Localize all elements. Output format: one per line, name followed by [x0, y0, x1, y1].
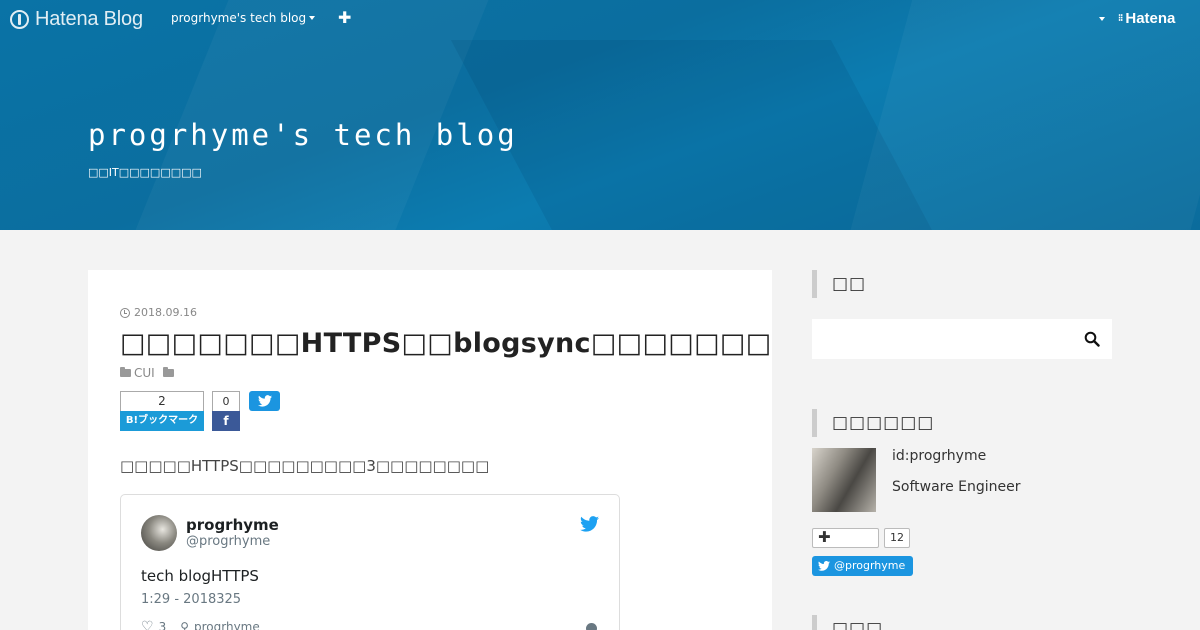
hatena-label: Hatena — [1125, 10, 1176, 27]
entry-lead-text: □□□□□HTTPS□□□□□□□□□3□□□□□□□□ — [120, 457, 490, 475]
tweet-text: tech blogHTTPS — [141, 567, 259, 585]
blog-description: □□IT□□□□□□□□ — [88, 166, 202, 179]
tweet-avatar[interactable] — [141, 515, 177, 551]
twitter-bird-icon — [818, 561, 830, 571]
folder-icon — [120, 367, 131, 377]
search-module-title: □□ — [812, 270, 866, 298]
tweet-actions: ♡ 3 ♀ progrhyme — [141, 619, 260, 630]
profile-avatar[interactable] — [812, 448, 876, 512]
tweet-like-count: 3 — [158, 620, 167, 630]
entry-date[interactable]: 2018.09.16 — [120, 306, 197, 319]
category-link[interactable]: CUI — [134, 366, 155, 380]
follower-count: 12 — [884, 528, 910, 548]
twitter-share-button[interactable] — [249, 391, 280, 411]
hatena-mark-icon: ⁝⁝ — [1118, 13, 1123, 24]
facebook-share-count: 0 — [212, 391, 240, 411]
hatena-link[interactable]: ⁝⁝ Hatena — [1118, 10, 1175, 27]
entry-title[interactable]: □□□□□□□HTTPS□□blogsync□□□□□□□ — [120, 328, 772, 359]
person-icon: ♀ — [180, 620, 189, 630]
info-icon[interactable] — [586, 623, 597, 630]
hatena-blog-logo[interactable]: Hatena Blog — [10, 6, 143, 32]
user-menu-chevron-down-icon[interactable] — [1099, 17, 1105, 21]
embedded-tweet[interactable]: progrhyme @progrhyme tech blogHTTPS 1:29… — [120, 494, 620, 630]
tweet-author-handle[interactable]: @progrhyme — [186, 534, 270, 549]
heart-icon[interactable]: ♡ — [141, 619, 154, 630]
tweet-author-link[interactable]: progrhyme — [194, 620, 260, 630]
plus-icon: ✚ — [818, 528, 831, 546]
hatena-bookmark-count: 2 — [120, 391, 204, 411]
blog-menu-label: progrhyme's tech blog — [171, 11, 307, 25]
chevron-down-icon — [309, 16, 316, 20]
follow-button[interactable]: ✚ — [812, 528, 879, 548]
blog-header: Hatena Blog progrhyme's tech blog ✚ ⁝⁝ H… — [0, 0, 1200, 230]
add-entry-button[interactable]: ✚ — [338, 8, 351, 27]
hatena-bookmark-label: B!ブックマーク — [120, 411, 204, 431]
search-icon[interactable] — [1084, 331, 1100, 347]
profile-id-link[interactable]: id:progrhyme — [892, 448, 986, 464]
facebook-share-button[interactable]: 0 f — [212, 391, 240, 431]
entry-date-text: 2018.09.16 — [134, 306, 197, 319]
share-buttons: 2 B!ブックマーク 0 f — [120, 391, 280, 431]
logo-text: Hatena Blog — [35, 7, 143, 30]
blog-switcher-menu[interactable]: progrhyme's tech blog — [171, 11, 316, 25]
entry-categories: CUI — [120, 366, 177, 380]
twitter-follow-label: @progrhyme — [834, 559, 906, 572]
hatena-bookmark-button[interactable]: 2 B!ブックマーク — [120, 391, 204, 431]
twitter-bird-icon — [257, 395, 272, 407]
tweet-timestamp[interactable]: 1:29 - 2018325 — [141, 592, 241, 607]
twitter-bird-icon[interactable] — [580, 516, 599, 532]
global-header-bar: Hatena Blog progrhyme's tech blog ✚ ⁝⁝ H… — [0, 0, 1200, 38]
hatena-logo-icon — [10, 9, 29, 29]
next-module-title: □□□ — [812, 615, 883, 630]
twitter-follow-button[interactable]: @progrhyme — [812, 556, 914, 576]
entry-article: 2018.09.16 □□□□□□□HTTPS□□blogsync□□□□□□□… — [88, 270, 772, 630]
folder-icon — [162, 367, 174, 377]
profile-module-title: □□□□□□ — [812, 409, 934, 437]
search-input[interactable] — [812, 319, 1112, 359]
profile-description: Software Engineer — [892, 479, 1021, 495]
tweet-author-name[interactable]: progrhyme — [186, 516, 279, 534]
clock-icon — [120, 307, 130, 318]
facebook-icon: f — [212, 411, 240, 431]
blog-title[interactable]: progrhyme's tech blog — [88, 118, 518, 152]
